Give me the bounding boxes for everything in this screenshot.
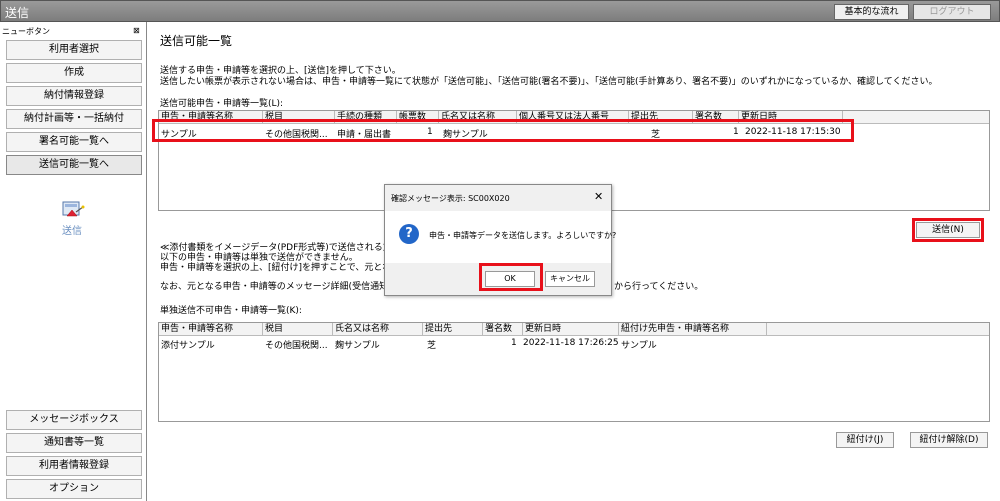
sidebar: ニューボタン ⊠ 利用者選択 作成 納付情報登録 納付計画等・一括納付 署名可能… [0,22,147,501]
close-icon[interactable]: ✕ [594,190,603,203]
row-destination: 芝 [427,341,437,351]
sidebar-item-options[interactable]: オプション [6,479,142,499]
column-header[interactable]: 署名数 [483,323,523,336]
question-icon: ? [399,224,419,244]
note-line-3: 申告・申請等を選択の上、[紐付け]を押すことで、元とな [160,263,392,273]
column-header[interactable]: 税目 [263,323,333,336]
column-header[interactable]: 更新日時 [523,323,619,336]
dialog-title: 確認メッセージ表示: SC00X020 [391,194,510,203]
window-title: 送信 [5,6,30,20]
row-name: 添付サンプル [161,341,215,351]
column-header[interactable]: 紐付け先申告・申請等名称 [619,323,767,336]
sidebar-header-label: ニューボタン [2,27,50,36]
sidebar-item-user-select[interactable]: 利用者選択 [6,40,142,60]
sidebar-item-create[interactable]: 作成 [6,63,142,83]
row-signatures: 1 [511,338,517,348]
column-header[interactable]: 提出先 [423,323,483,336]
link-button[interactable]: 紐付け(J) [836,432,894,448]
column-header[interactable]: 申告・申請等名称 [159,323,263,336]
sidebar-item-signable-list[interactable]: 署名可能一覧へ [6,132,142,152]
sidebar-header: ニューボタン ⊠ [0,26,147,38]
instruction-line-2: 送信したい帳票が表示されない場合は、申告・申請等一覧にて状態が「送信可能」、「送… [160,77,938,87]
row-link: サンプル [621,341,657,351]
sidebar-item-payment-plan[interactable]: 納付計画等・一括納付 [6,109,142,129]
standalone-list-label: 単独送信不可申告・申請等一覧(K): [160,306,302,316]
row-tax: その他国税関... [265,341,328,351]
sidebar-item-message-box[interactable]: メッセージボックス [6,410,142,430]
highlight-frame [479,263,543,291]
unlink-button[interactable]: 紐付け解除(D) [910,432,988,448]
column-header[interactable]: 氏名又は名称 [333,323,423,336]
pin-icon[interactable]: ⊠ [133,26,140,35]
page-title: 送信可能一覧 [160,34,233,48]
logout-button[interactable]: ログアウト [913,4,991,20]
row-person: 麹サンプル [335,341,380,351]
highlight-frame [152,119,854,142]
standalone-list[interactable]: 申告・申請等名称 税目 氏名又は名称 提出先 署名数 更新日時 紐付け先申告・申… [158,322,990,422]
send-icon-label: 送信 [62,226,82,237]
title-bar: 送信 基本的な流れ ログアウト [0,0,1000,22]
dialog-body: ? 申告・申請等データを送信します。よろしいですか? [385,211,616,263]
sidebar-item-user-info[interactable]: 利用者情報登録 [6,456,142,476]
note-line-4a: なお、元となる申告・申請等のメッセージ詳細(受信通知 [160,282,389,292]
note-line-4b: から行ってください。 [614,282,704,292]
row-updated: 2022-11-18 17:26:25 [523,338,619,348]
sidebar-item-notices[interactable]: 通知書等一覧 [6,433,142,453]
sidebar-item-payment-info[interactable]: 納付情報登録 [6,86,142,106]
basic-flow-button[interactable]: 基本的な流れ [834,4,909,20]
sendable-list-label: 送信可能申告・申請等一覧(L): [160,99,284,109]
dialog-message: 申告・申請等データを送信します。よろしいですか? [429,231,617,240]
highlight-frame [912,218,984,242]
send-icon[interactable] [58,198,86,222]
cancel-button[interactable]: キャンセル [545,271,595,287]
standalone-list-header: 申告・申請等名称 税目 氏名又は名称 提出先 署名数 更新日時 紐付け先申告・申… [159,323,989,336]
sidebar-item-sendable-list[interactable]: 送信可能一覧へ [6,155,142,175]
